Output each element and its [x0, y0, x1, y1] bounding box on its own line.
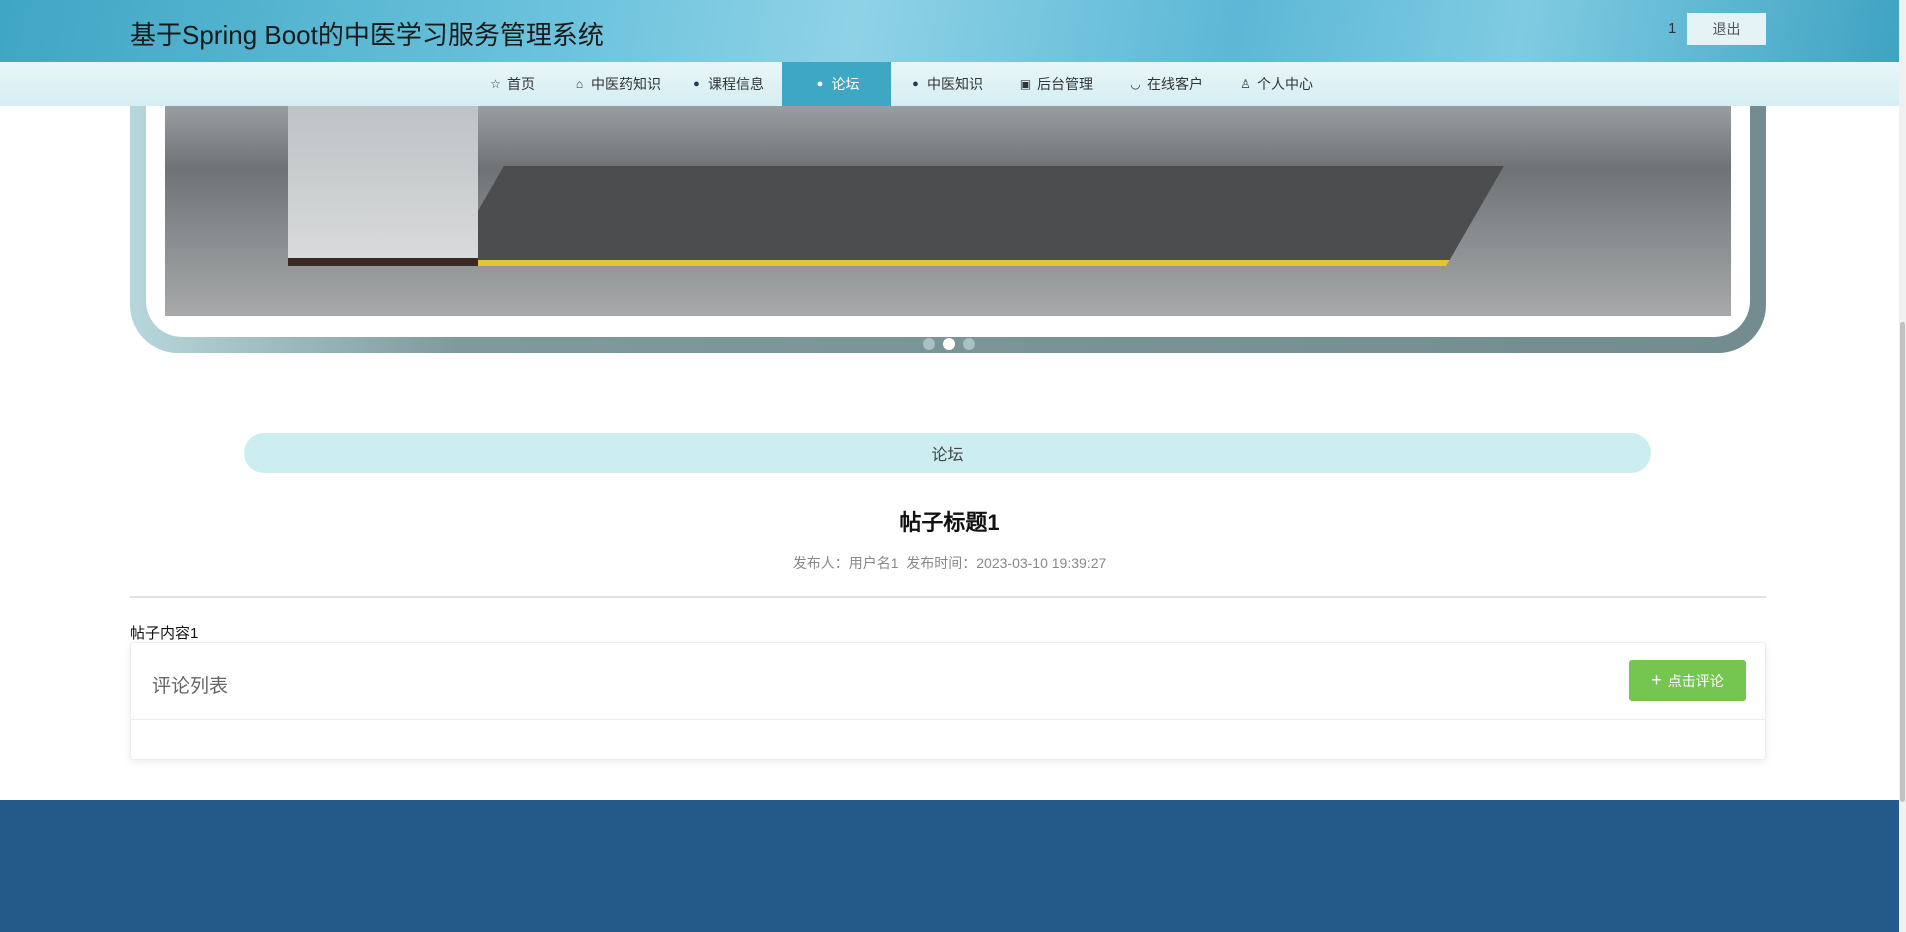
info-icon: ●: [693, 78, 700, 90]
nav-item-6[interactable]: ◡ 在线客户: [1111, 62, 1221, 106]
scrollbar[interactable]: [1899, 0, 1906, 932]
site-title: 基于Spring Boot的中医学习服务管理系统: [130, 20, 604, 50]
logout-button[interactable]: 退出: [1687, 13, 1766, 45]
carousel-dot[interactable]: [923, 338, 935, 350]
bag-icon: ⌂: [575, 77, 584, 91]
nav-item-label: 后台管理: [1037, 76, 1093, 92]
carousel-dots: [923, 338, 975, 350]
username: 1: [1668, 20, 1677, 37]
footer: [0, 800, 1899, 932]
nav-item-label: 首页: [507, 76, 535, 92]
nav-item-5[interactable]: ▣ 后台管理: [1001, 62, 1111, 106]
nav-item-label: 课程信息: [708, 76, 764, 92]
nav-item-label: 个人中心: [1257, 76, 1313, 92]
carousel-dot-active[interactable]: [943, 338, 955, 350]
nav-item-4[interactable]: ● 中医知识: [891, 62, 1001, 106]
comment-list-card: 评论列表 + 点击评论: [130, 642, 1766, 760]
nav-item-label: 中医知识: [927, 76, 983, 92]
headset-icon: ◡: [1130, 77, 1141, 91]
nav-item-2[interactable]: ● 课程信息: [672, 62, 782, 106]
nav-item-3[interactable]: ● 论坛: [782, 62, 891, 106]
question-icon: ●: [816, 78, 824, 90]
nav-item-7[interactable]: ♙ 个人中心: [1221, 62, 1331, 106]
add-comment-button[interactable]: + 点击评论: [1629, 660, 1746, 701]
divider: [130, 596, 1766, 598]
nav-item-label: 中医药知识: [591, 76, 661, 92]
nav-item-label: 在线客户: [1147, 76, 1203, 92]
plus-icon: +: [1651, 670, 1662, 690]
divider: [131, 719, 1765, 720]
carousel-dot[interactable]: [963, 338, 975, 350]
post-meta: 发布人：用户名1 发布时间：2023-03-10 19:39:27: [792, 555, 1107, 571]
nav-item-1[interactable]: ⌂ 中医药知识: [562, 62, 672, 106]
star-icon: ☆: [490, 77, 501, 91]
post-title: 帖子标题1: [899, 510, 1000, 535]
scrollbar-thumb[interactable]: [1900, 322, 1905, 802]
box-icon: ▣: [1019, 77, 1032, 91]
add-comment-label: 点击评论: [1667, 672, 1724, 689]
info-icon: ●: [912, 78, 919, 90]
header: 基于Spring Boot的中医学习服务管理系统 1 退出: [0, 0, 1899, 62]
comment-list-title: 评论列表: [152, 676, 229, 697]
section-title-bar: 论坛: [244, 433, 1651, 473]
carousel-image: [165, 106, 1731, 316]
post-content: 帖子内容1: [130, 625, 199, 642]
nav-item-label: 论坛: [831, 76, 860, 92]
user-icon: ♙: [1240, 77, 1251, 91]
nav-item-0[interactable]: ☆ 首页: [462, 62, 562, 106]
main-nav: ☆ 首页 ⌂ 中医药知识 ● 课程信息 ● 论坛 ● 中医知识 ▣ 后台管理 ◡ 在线客户 ♙ 个人中心: [0, 62, 1899, 106]
